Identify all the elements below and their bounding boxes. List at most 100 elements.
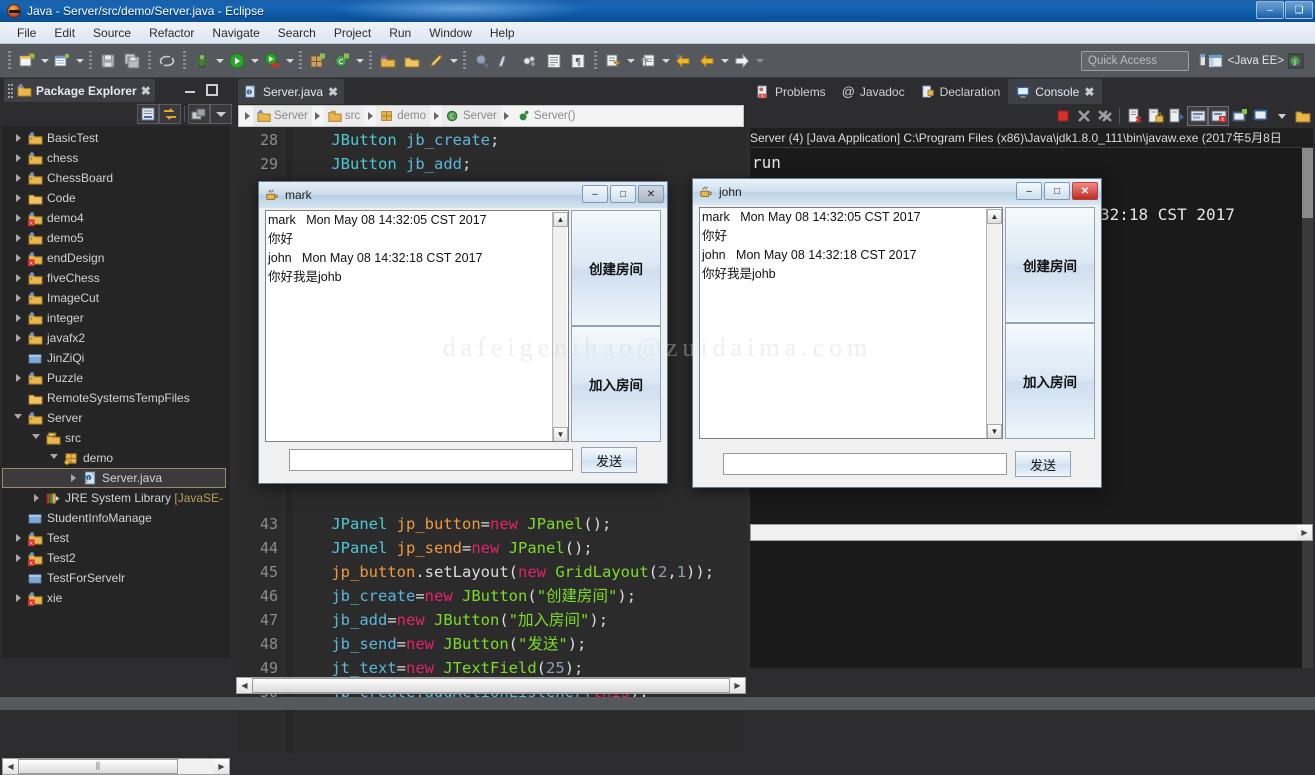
dialog-titlebar-john[interactable]: john – □ ✕: [693, 179, 1101, 205]
previous-annotation-dropdown-icon[interactable]: [660, 50, 671, 72]
hscroll-thumb[interactable]: [252, 678, 730, 693]
message-input-john[interactable]: [723, 453, 1007, 475]
lock-scroll-icon[interactable]: [1145, 106, 1166, 126]
menu-item-run[interactable]: Run: [380, 24, 420, 42]
perspective-switcher[interactable]: <Java EE> J: [1204, 50, 1307, 72]
console-pin-right-icon[interactable]: [1292, 106, 1313, 126]
new-class-icon[interactable]: C: [331, 50, 353, 72]
tree-item[interactable]: x endDesign: [2, 248, 230, 268]
vscroll-thumb[interactable]: [1302, 148, 1313, 218]
window-minimize-button[interactable]: –: [1256, 1, 1284, 19]
tab-package-explorer[interactable]: Package Explorer ✖: [4, 79, 155, 102]
quick-access-input[interactable]: Quick Access: [1081, 51, 1189, 71]
breadcrumb-item-server-class[interactable]: C Server: [442, 106, 501, 126]
hscroll-left-arrow[interactable]: ◀: [237, 678, 252, 693]
join-room-button[interactable]: 加入房间: [571, 326, 661, 442]
chat-window-john[interactable]: john – □ ✕ mark Mon May 08 14:32:05 CST …: [692, 178, 1102, 488]
tree-item[interactable]: javafx2: [2, 328, 230, 348]
expand-arrow-closed-icon[interactable]: [10, 174, 26, 182]
tree-item-selected[interactable]: J Server.java: [2, 468, 226, 488]
tree-item[interactable]: ImageCut: [2, 288, 230, 308]
external-tools-dropdown-icon[interactable]: [284, 50, 295, 72]
code-line[interactable]: jp_button.setLayout(new GridLayout(2,1))…: [294, 560, 744, 584]
dialog-minimize-button[interactable]: –: [582, 185, 608, 203]
console-menu-icon[interactable]: [1271, 106, 1292, 126]
menu-item-project[interactable]: Project: [325, 24, 380, 42]
forward-dropdown-icon[interactable]: [754, 50, 765, 72]
expand-arrow-closed-icon[interactable]: [10, 234, 26, 242]
pin-console-icon[interactable]: [1187, 106, 1208, 126]
vscroll-down-arrow[interactable]: ▼: [987, 424, 1002, 438]
breadcrumb[interactable]: Server src demo C Server Server(): [238, 105, 744, 127]
ruler-icon[interactable]: [495, 50, 517, 72]
expand-arrow-closed-icon[interactable]: [10, 254, 26, 262]
message-input-mark[interactable]: [289, 449, 573, 471]
new-file-dropdown-icon[interactable]: [39, 50, 50, 72]
expand-arrow-open-icon[interactable]: [46, 453, 62, 463]
breadcrumb-item-constructor[interactable]: Server(): [513, 106, 580, 126]
expand-arrow-closed-icon[interactable]: [10, 134, 26, 142]
minimize-icon[interactable]: [182, 82, 198, 98]
new-wizard-icon[interactable]: [51, 50, 73, 72]
dialog-minimize-button[interactable]: –: [1016, 182, 1042, 200]
show-whitespace-icon[interactable]: [543, 50, 565, 72]
menu-item-navigate[interactable]: Navigate: [203, 24, 268, 42]
dialog-titlebar-mark[interactable]: mark – □ ✕: [259, 182, 667, 208]
dialog-maximize-button[interactable]: □: [1044, 182, 1070, 200]
tree-item[interactable]: x xie: [2, 588, 230, 608]
tree-item[interactable]: StudentInfoManage: [2, 508, 230, 528]
tree-item[interactable]: BasicTest: [2, 128, 230, 148]
open-type-icon[interactable]: [377, 50, 399, 72]
tree-item[interactable]: chess: [2, 148, 230, 168]
no-link-icon[interactable]: [156, 50, 178, 72]
marker-dropdown-icon[interactable]: [448, 50, 459, 72]
expand-arrow-open-icon[interactable]: [28, 433, 44, 443]
join-room-button[interactable]: 加入房间: [1005, 323, 1095, 439]
next-annotation-icon[interactable]: [602, 50, 624, 72]
dialog-maximize-button[interactable]: □: [610, 185, 636, 203]
menu-item-source[interactable]: Source: [84, 24, 140, 42]
back-history-icon[interactable]: [672, 50, 694, 72]
console-hscrollbar[interactable]: ▶: [750, 524, 1313, 541]
expand-arrow-closed-icon[interactable]: [10, 294, 26, 302]
vscroll-up-arrow[interactable]: ▲: [987, 209, 1002, 224]
window-maximize-button[interactable]: ❑: [1285, 1, 1313, 19]
tree-item[interactable]: JRE System Library [JavaSE-: [2, 488, 230, 508]
clear-console-icon[interactable]: [1124, 106, 1145, 126]
terminate-red-square-icon[interactable]: [1052, 106, 1073, 126]
debug-dropdown-icon[interactable]: [214, 50, 225, 72]
tree-item[interactable]: integer: [2, 308, 230, 328]
code-line[interactable]: jb_add=new JButton("加入房间");: [294, 608, 744, 632]
save-icon[interactable]: [97, 50, 119, 72]
chat-transcript-mark[interactable]: mark Mon May 08 14:32:05 CST 2017 你好 joh…: [265, 210, 569, 442]
tab-server-java[interactable]: J Server.java ✖: [238, 79, 345, 104]
menu-item-refactor[interactable]: Refactor: [140, 24, 203, 42]
breadcrumb-item-src[interactable]: src: [323, 106, 365, 126]
pilcrow-icon[interactable]: ¶: [567, 50, 589, 72]
send-button-mark[interactable]: 发送: [581, 447, 637, 473]
console-vscrollbar[interactable]: [1302, 148, 1313, 668]
hscroll-right-arrow[interactable]: ▶: [1297, 525, 1312, 540]
code-line[interactable]: JPanel jp_send=new JPanel();: [294, 536, 744, 560]
forward-back-icon[interactable]: [696, 50, 718, 72]
send-button-john[interactable]: 发送: [1015, 451, 1071, 477]
tab-javadoc[interactable]: @ Javadoc: [834, 79, 913, 104]
menu-item-edit[interactable]: Edit: [45, 24, 84, 42]
expand-arrow-closed-icon[interactable]: [10, 194, 26, 202]
remove-launch-icon[interactable]: [1073, 106, 1094, 126]
editor-hscrollbar[interactable]: ◀ ▶: [236, 677, 746, 694]
menu-item-file[interactable]: File: [8, 24, 45, 42]
menu-item-help[interactable]: Help: [481, 24, 524, 42]
show-console-on-output-icon[interactable]: [1166, 106, 1187, 126]
dialog-close-button[interactable]: ✕: [1072, 182, 1098, 200]
expand-arrow-open-icon[interactable]: [10, 413, 26, 423]
expand-arrow-closed-icon[interactable]: [10, 334, 26, 342]
expand-arrow-closed-icon[interactable]: [28, 494, 44, 502]
tree-item[interactable]: x demo4: [2, 208, 230, 228]
collapse-all-icon[interactable]: [137, 104, 159, 124]
expand-arrow-closed-icon[interactable]: [10, 154, 26, 162]
previous-annotation-icon[interactable]: [637, 50, 659, 72]
chat-vscrollbar-john[interactable]: ▲ ▼: [986, 209, 1002, 438]
tree-item[interactable]: ChessBoard: [2, 168, 230, 188]
create-room-button[interactable]: 创建房间: [571, 210, 661, 326]
